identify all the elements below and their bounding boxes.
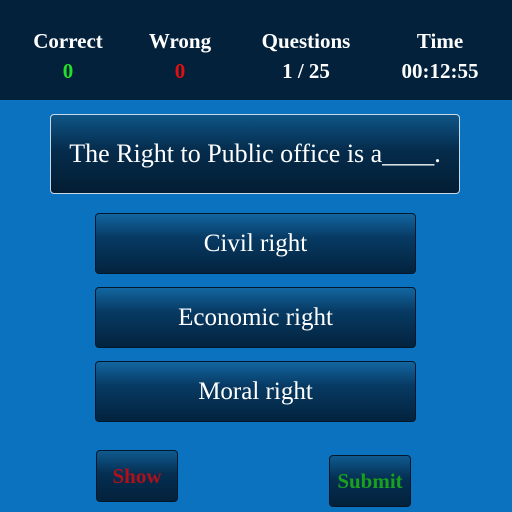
answer-option-economic-right[interactable]: Economic right: [95, 287, 416, 348]
answer-option-civil-right[interactable]: Civil right: [95, 213, 416, 274]
wrong-label: Wrong: [148, 29, 212, 53]
wrong-stat: Wrong 0: [130, 28, 230, 88]
questions-stat: Questions 1 / 25: [246, 28, 366, 88]
question-progress: 1 / 25: [282, 59, 330, 83]
questions-label: Questions: [261, 29, 351, 53]
time-stat: Time 00:12:55: [384, 28, 496, 88]
time-label: Time: [416, 29, 464, 53]
time-value: 00:12:55: [401, 59, 479, 83]
submit-button[interactable]: Submit: [329, 455, 411, 507]
answer-option-label: Civil right: [203, 229, 308, 257]
question-text: The Right to Public office is a____.: [69, 139, 441, 168]
wrong-count: 0: [174, 59, 186, 83]
answer-option-label: Economic right: [178, 303, 333, 331]
show-button-label: Show: [112, 463, 162, 488]
correct-count: 0: [62, 59, 74, 83]
show-button[interactable]: Show: [96, 450, 178, 502]
answer-option-moral-right[interactable]: Moral right: [95, 361, 416, 422]
score-header: Correct 0 Wrong 0 Questions 1 / 25 Time …: [0, 0, 512, 100]
correct-stat: Correct 0: [18, 28, 118, 88]
answer-option-label: Moral right: [198, 377, 313, 405]
question-box: The Right to Public office is a____.: [50, 114, 460, 194]
correct-label: Correct: [33, 29, 103, 53]
submit-button-label: Submit: [337, 468, 403, 493]
